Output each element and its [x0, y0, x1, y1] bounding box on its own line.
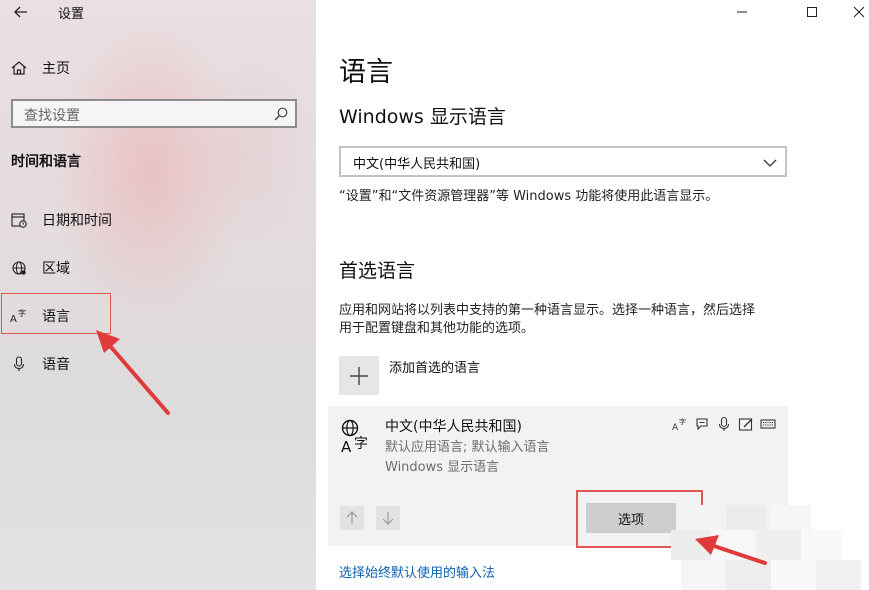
- default-input-method-link[interactable]: 选择始终默认使用的输入法: [339, 562, 495, 581]
- language-glyph-icon: A 字: [340, 418, 374, 456]
- close-icon[interactable]: [836, 0, 869, 24]
- sidebar-item-speech[interactable]: 语音: [0, 344, 316, 384]
- svg-text:字: 字: [679, 417, 686, 426]
- svg-text:A: A: [341, 438, 352, 454]
- language-subtitle-1: 默认应用语言; 默认输入语言: [385, 440, 550, 455]
- maximize-icon[interactable]: [789, 0, 835, 24]
- language-subtitle-2: Windows 显示语言: [385, 460, 500, 475]
- move-up-button[interactable]: [340, 506, 364, 530]
- sidebar-item-home[interactable]: 主页: [0, 48, 316, 88]
- home-icon: [10, 59, 28, 77]
- search-icon[interactable]: [273, 106, 289, 122]
- preferred-language-heading: 首选语言: [339, 260, 416, 282]
- section-title: 时间和语言: [11, 154, 81, 170]
- move-down-button[interactable]: [376, 506, 400, 530]
- svg-text:字: 字: [354, 436, 368, 452]
- search-placeholder: 查找设置: [24, 108, 80, 124]
- sidebar-item-region[interactable]: 区域: [0, 248, 316, 288]
- sidebar-item-label: 日期和时间: [42, 213, 112, 229]
- handwriting-icon: [738, 416, 754, 432]
- plus-icon: [350, 366, 368, 385]
- globe-region-icon: [10, 259, 28, 277]
- svg-text:A: A: [672, 423, 679, 432]
- sidebar: 设置 主页 查找设置 时间和语言 日期和时间 区域 A字 语言 语音: [0, 0, 316, 590]
- arrow-up-icon: [346, 511, 358, 524]
- keyboard-icon: [760, 416, 776, 432]
- sidebar-item-date-time[interactable]: 日期和时间: [0, 200, 316, 240]
- add-language-button[interactable]: [339, 356, 379, 395]
- add-language-label[interactable]: 添加首选的语言: [389, 357, 480, 376]
- calendar-clock-icon: [10, 211, 28, 229]
- app-title: 设置: [58, 7, 85, 22]
- sidebar-item-label: 语音: [42, 357, 70, 373]
- display-language-heading: Windows 显示语言: [339, 106, 506, 128]
- back-arrow-icon[interactable]: [11, 2, 31, 22]
- speech-icon: [694, 416, 710, 432]
- minimize-icon[interactable]: [719, 0, 765, 24]
- sidebar-item-label: 区域: [42, 261, 70, 277]
- highlight-box-language: [1, 293, 111, 334]
- search-input[interactable]: 查找设置: [11, 99, 297, 128]
- display-language-icon: A字: [672, 416, 688, 433]
- main-panel: 语言 Windows 显示语言 中文(中华人民共和国) “设置”和“文件资源管理…: [316, 0, 869, 590]
- page-title: 语言: [339, 57, 393, 88]
- preferred-description-line1: 应用和网站将以列表中支持的第一种语言显示。选择一种语言，然后选择: [339, 303, 756, 318]
- microphone-icon: [10, 355, 28, 373]
- preferred-description-line2: 用于配置键盘和其他功能的选项。: [339, 321, 535, 336]
- language-feature-icons: A字: [672, 416, 776, 433]
- arrow-down-icon: [382, 512, 394, 525]
- dropdown-value: 中文(中华人民共和国): [353, 157, 481, 172]
- sidebar-item-label: 主页: [42, 61, 70, 77]
- microphone-icon: [716, 416, 732, 432]
- chevron-down-icon: [763, 155, 777, 169]
- display-language-dropdown[interactable]: 中文(中华人民共和国): [339, 146, 787, 177]
- language-name: 中文(中华人民共和国): [385, 419, 522, 435]
- display-language-note: “设置”和“文件资源管理器”等 Windows 功能将使用此语言显示。: [339, 189, 719, 204]
- obscured-region: [671, 505, 861, 590]
